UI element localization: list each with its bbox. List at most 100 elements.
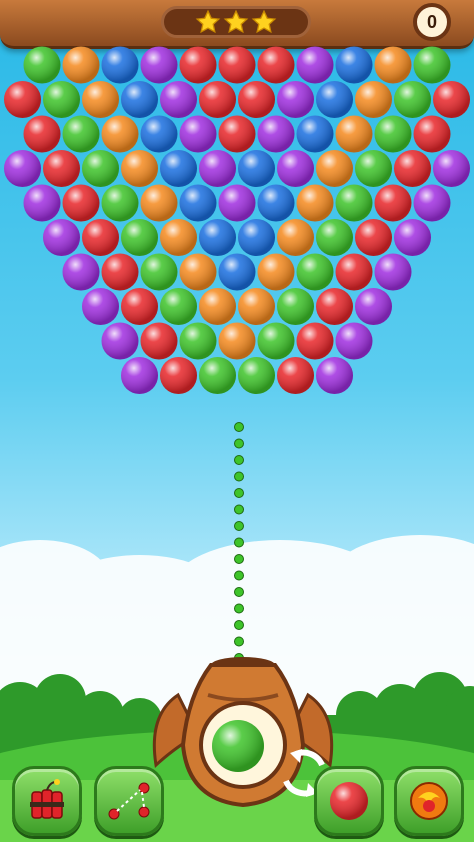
bubble-green xyxy=(238,357,275,394)
aim-dot xyxy=(234,488,244,498)
bubble-red xyxy=(160,357,197,394)
fireball-icon xyxy=(410,782,448,820)
bubble-purple xyxy=(433,150,470,187)
bubble-red xyxy=(218,115,256,153)
bubble-purple xyxy=(199,150,236,187)
bubble-purple xyxy=(355,288,392,325)
bubble-red xyxy=(394,150,431,187)
bubble-purple xyxy=(218,184,256,222)
bubble-blue xyxy=(335,46,373,84)
bubble-red xyxy=(413,115,451,153)
next-bubble-slot[interactable] xyxy=(314,766,384,836)
bubble-red xyxy=(277,357,314,394)
bubble-orange xyxy=(257,253,295,291)
bubble-blue xyxy=(218,253,256,291)
bubble-green xyxy=(257,322,295,360)
bubble-green xyxy=(101,184,139,222)
bubble-purple xyxy=(4,150,41,187)
bubble-blue xyxy=(238,150,275,187)
bubble-grid[interactable] xyxy=(0,0,474,420)
bubble-purple xyxy=(121,357,158,394)
bubble-orange xyxy=(355,81,392,118)
bubble-green xyxy=(179,322,217,360)
dynamite-icon xyxy=(30,779,64,819)
aim-dot xyxy=(234,504,244,515)
bubble-blue xyxy=(199,219,236,256)
aim-line-booster-button[interactable] xyxy=(94,766,164,836)
bubble-purple xyxy=(140,46,178,84)
loaded-bubble xyxy=(212,720,264,772)
bubble-blue xyxy=(257,184,295,222)
bubble-green xyxy=(277,288,314,325)
bubble-blue xyxy=(179,184,217,222)
bubble-red xyxy=(82,219,119,256)
bubble-red xyxy=(218,46,256,84)
bubble-green xyxy=(43,81,80,118)
aim-dot xyxy=(234,455,244,465)
bubble-green xyxy=(316,219,353,256)
bubble-green xyxy=(160,288,197,325)
bubble-orange xyxy=(121,150,158,187)
bubble-red xyxy=(316,288,353,325)
bubble-red xyxy=(43,150,80,187)
bubble-orange xyxy=(296,184,334,222)
bubble-orange xyxy=(199,288,236,325)
bubble-red xyxy=(140,322,178,360)
bubble-orange xyxy=(160,219,197,256)
bubble-purple xyxy=(43,219,80,256)
bubble-purple xyxy=(101,322,139,360)
bubble-green xyxy=(140,253,178,291)
bubble-red xyxy=(238,81,275,118)
bubble-red xyxy=(23,115,61,153)
bubble-green xyxy=(23,46,61,84)
aim-dot xyxy=(234,422,244,432)
bubble-red xyxy=(4,81,41,118)
bubble-red xyxy=(257,46,295,84)
fireball-booster-button[interactable] xyxy=(394,766,464,836)
bubble-green xyxy=(355,150,392,187)
aim-guide-icon xyxy=(108,782,150,820)
bubble-orange xyxy=(101,115,139,153)
bubble-red xyxy=(179,46,217,84)
dynamite-booster-button[interactable] xyxy=(12,766,82,836)
next-bubble xyxy=(330,782,368,820)
bubble-green xyxy=(82,150,119,187)
bubble-blue xyxy=(296,115,334,153)
bubble-green xyxy=(374,115,412,153)
bubble-purple xyxy=(160,81,197,118)
bubble-orange xyxy=(374,46,412,84)
bubble-red xyxy=(296,322,334,360)
bubble-blue xyxy=(121,81,158,118)
bubble-red xyxy=(62,184,100,222)
bubble-green xyxy=(394,81,431,118)
bubble-purple xyxy=(394,219,431,256)
bubble-blue xyxy=(238,219,275,256)
bubble-purple xyxy=(62,253,100,291)
bubble-blue xyxy=(140,115,178,153)
bubble-purple xyxy=(316,357,353,394)
bubble-orange xyxy=(277,219,314,256)
aim-dot xyxy=(234,471,244,482)
bubble-green xyxy=(121,219,158,256)
bubble-green xyxy=(62,115,100,153)
bubble-purple xyxy=(179,115,217,153)
bubble-purple xyxy=(23,184,61,222)
bubble-purple xyxy=(374,253,412,291)
bubble-purple xyxy=(257,115,295,153)
bubble-red xyxy=(433,81,470,118)
bubble-red xyxy=(374,184,412,222)
bubble-red xyxy=(355,219,392,256)
bubble-blue xyxy=(101,46,139,84)
bubble-green xyxy=(296,253,334,291)
bubble-purple xyxy=(335,322,373,360)
bubble-orange xyxy=(179,253,217,291)
bubble-purple xyxy=(413,184,451,222)
bubble-purple xyxy=(277,150,314,187)
bubble-orange xyxy=(316,150,353,187)
bubble-purple xyxy=(277,81,314,118)
bubble-red xyxy=(199,81,236,118)
bubble-purple xyxy=(82,288,119,325)
bubble-blue xyxy=(316,81,353,118)
bubble-green xyxy=(413,46,451,84)
bubble-orange xyxy=(238,288,275,325)
